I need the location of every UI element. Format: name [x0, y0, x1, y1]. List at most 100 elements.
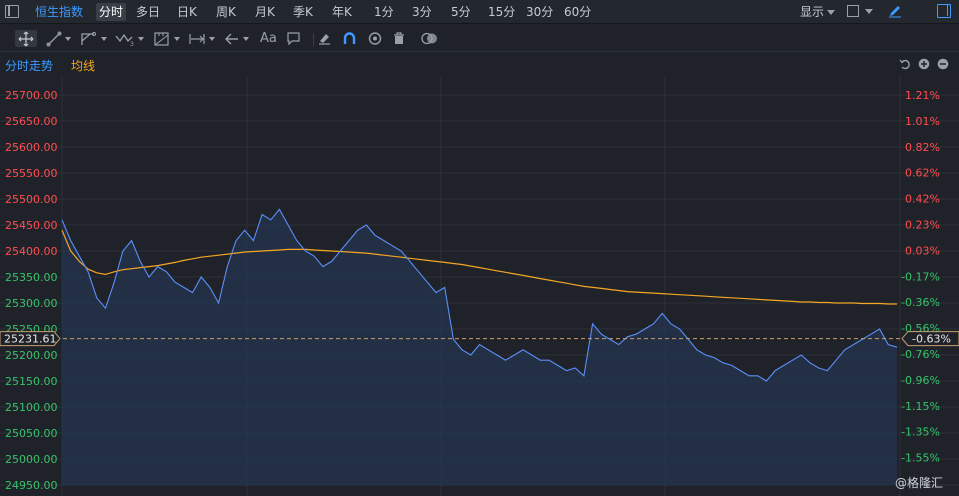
move-icon [18, 31, 34, 46]
percent-tick-label: -0.17% [901, 270, 940, 283]
eraser-tool[interactable] [317, 30, 332, 47]
magnet-icon [343, 32, 356, 44]
wave-tool[interactable]: 3 [115, 30, 144, 47]
sidebar-toggle-icon[interactable] [5, 5, 19, 18]
magnet-tool[interactable] [342, 30, 357, 47]
trash-icon [394, 32, 404, 44]
percent-tick-label: -0.36% [901, 296, 940, 309]
symbol-name[interactable]: 恒生指数 [35, 3, 83, 20]
svg-text:3: 3 [130, 41, 134, 47]
wave-pattern-icon: 3 [115, 33, 134, 47]
price-tick-label: 25500.00 [5, 193, 58, 206]
percent-tick-label: -0.96% [901, 374, 940, 387]
comment-tool[interactable] [286, 30, 301, 47]
arrow-tool[interactable] [224, 30, 249, 47]
timeframe-tab[interactable]: 月K [255, 3, 275, 21]
timeframe-tab[interactable]: 日K [177, 3, 197, 21]
price-tick-label: 24950.00 [5, 479, 58, 492]
chart-header: 分时走势 均线 [0, 53, 959, 75]
parallel-channel-icon [81, 31, 96, 45]
visibility-tool[interactable] [367, 30, 383, 47]
price-tick-label: 25700.00 [5, 89, 58, 102]
chevron-down-icon [174, 36, 180, 41]
line-segment-icon [46, 31, 62, 46]
timeframe-tab[interactable]: 年K [332, 3, 352, 21]
eraser-icon [319, 34, 330, 45]
compare-tool[interactable] [421, 30, 439, 47]
comment-icon [287, 32, 300, 46]
price-tick-label: 25300.00 [5, 297, 58, 310]
timeframe-tab[interactable]: 30分 [526, 3, 553, 21]
channel-tool[interactable] [80, 30, 107, 47]
toolbar-divider [313, 33, 314, 46]
price-tick-label: 25050.00 [5, 427, 58, 440]
chevron-down-icon[interactable] [865, 9, 873, 14]
price-tick-label: 25000.00 [5, 453, 58, 466]
toggle-overlay-icon [421, 32, 437, 45]
arrow-left-icon [225, 33, 238, 44]
timeframe-tab[interactable]: 多日 [136, 3, 160, 21]
price-tick-label: 25650.00 [5, 115, 58, 128]
price-tick-label: 25150.00 [5, 375, 58, 388]
price-tick-label: 25450.00 [5, 219, 58, 232]
percent-tick-label: 0.42% [905, 193, 940, 206]
price-tick-label: 25350.00 [5, 271, 58, 284]
percent-tick-label: -1.35% [901, 426, 940, 439]
price-tick-label: 25200.00 [5, 349, 58, 362]
right-panel-icon[interactable] [937, 4, 951, 18]
timeframe-tab[interactable]: 1分 [374, 3, 394, 21]
timeframe-tab[interactable]: 分时 [96, 3, 127, 21]
timeframe-tab[interactable]: 3分 [412, 3, 432, 21]
timeframe-tab[interactable]: 季K [293, 3, 313, 21]
percent-tick-label: -1.15% [901, 400, 940, 413]
zoom-in-icon[interactable] [918, 58, 930, 70]
moving-average-label[interactable]: 均线 [71, 57, 95, 74]
crosshair-tool[interactable] [15, 30, 37, 47]
current-price-value: 25231.61 [4, 333, 57, 346]
chevron-down-icon [65, 36, 71, 41]
percent-tick-label: 1.21% [905, 89, 940, 102]
chevron-down-icon [101, 36, 107, 41]
measure-tool[interactable] [153, 30, 180, 47]
price-tick-label: 25100.00 [5, 401, 58, 414]
delete-tool[interactable] [392, 30, 406, 47]
square-icon[interactable] [847, 5, 859, 17]
price-tick-label: 25550.00 [5, 167, 58, 180]
timeframe-tab[interactable]: 15分 [488, 3, 515, 21]
timeframe-tab[interactable]: 周K [216, 3, 236, 21]
timeframe-tab[interactable]: 60分 [564, 3, 591, 21]
percent-tick-label: -1.55% [901, 452, 940, 465]
percent-tick-label: 0.62% [905, 167, 940, 180]
range-tool[interactable] [188, 30, 215, 47]
drawing-toolbar: 3 Aa [0, 25, 959, 52]
pen-icon[interactable] [888, 4, 902, 18]
intraday-chart[interactable]: 25700.00 25650.00 25600.00 25550.00 25500.00… [0, 75, 959, 496]
watermark: @格隆汇 [895, 476, 944, 490]
ruler-grid-icon [154, 31, 169, 46]
percent-tick-label: 0.23% [905, 219, 940, 232]
eye-icon [368, 32, 382, 45]
percent-tick-label: 0.03% [905, 244, 940, 257]
text-tool[interactable]: Aa [260, 30, 277, 47]
current-change-value: -0.63% [912, 333, 951, 346]
top-bar: 恒生指数 分时 多日 日K 周K 月K 季K 年K 1分 3分 5分 15分 30分 60分 显示 [0, 0, 959, 24]
reset-icon[interactable] [899, 58, 911, 70]
percent-tick-label: 1.01% [905, 115, 940, 128]
chevron-down-icon [243, 36, 249, 41]
chevron-down-icon [209, 36, 215, 41]
percent-tick-label: -0.76% [901, 348, 940, 361]
chart-title-tab[interactable]: 分时走势 [5, 57, 53, 74]
chevron-down-icon [827, 10, 836, 15]
chevron-down-icon [138, 36, 144, 41]
zoom-out-icon[interactable] [937, 58, 949, 70]
line-tool[interactable] [46, 30, 71, 47]
percent-tick-label: 0.82% [905, 141, 940, 154]
horizontal-range-icon [189, 33, 205, 44]
timeframe-tab[interactable]: 5分 [451, 3, 471, 21]
display-menu-button[interactable]: 显示 [800, 3, 836, 20]
price-axis: 25700.00 25650.00 25600.00 25550.00 25500.00… [5, 89, 58, 492]
display-label: 显示 [800, 5, 825, 19]
percent-axis: 1.21% 1.01% 0.82% 0.62% 0.42% 0.23% 0.03% -0.17… [901, 89, 940, 465]
price-tick-label: 25400.00 [5, 245, 58, 258]
price-tick-label: 25600.00 [5, 141, 58, 154]
